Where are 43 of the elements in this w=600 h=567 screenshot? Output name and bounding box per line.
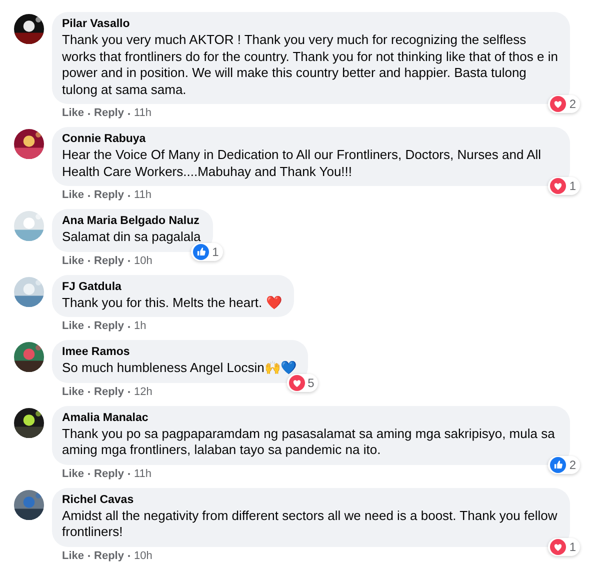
reaction-badge[interactable]: 1 — [548, 538, 580, 556]
comment-text: So much humbleness Angel Locsin🙌💙 — [62, 360, 296, 376]
author-name[interactable]: Amalia Manalac — [62, 410, 558, 426]
comment-text: Salamat din sa pagalala — [62, 229, 201, 246]
reaction-badge[interactable]: 5 — [286, 374, 318, 392]
comment-text: Thank you for this. Melts the heart. ❤ — [62, 294, 282, 311]
reaction-badge[interactable]: 2 — [548, 456, 580, 474]
author-name[interactable]: FJ Gatdula — [62, 280, 282, 294]
reaction-badge[interactable]: 1 — [191, 242, 223, 260]
author-name[interactable]: Richel Cavas — [62, 492, 558, 508]
author-name[interactable]: Connie Rabuya — [62, 132, 558, 147]
timestamp[interactable]: 11h — [134, 189, 152, 202]
like-link[interactable]: Like — [62, 254, 84, 268]
timestamp[interactable]: 11h — [134, 107, 152, 120]
comment-text: Thank you po sa pagpaparamdam ng pasasalamat sa aming mga sakripisyo, mula sa aming mga frontliners, lalaban tayo sa pandemic na ito. — [62, 426, 556, 458]
reply-link[interactable]: Reply — [94, 107, 124, 120]
reaction-badge[interactable]: 2 — [548, 95, 580, 113]
thumbs-up-icon — [550, 456, 566, 472]
reply-link[interactable]: Reply — [94, 386, 124, 398]
thumbs-up-icon — [193, 244, 210, 260]
timestamp[interactable]: 12h — [134, 386, 152, 398]
comment-text: Amidst all the negativity from different sectors all we need is a boost. Thank you fellow frontliners! — [62, 508, 558, 540]
reaction-badge[interactable]: 1 — [548, 177, 580, 195]
like-link[interactable]: Like — [62, 550, 84, 562]
author-name[interactable]: Ana Maria Belgado Naluz — [62, 214, 201, 229]
reply-link[interactable]: Reply — [94, 550, 124, 562]
timestamp[interactable]: 1h — [134, 320, 146, 333]
reply-link[interactable]: Reply — [94, 189, 124, 202]
timestamp[interactable]: 10h — [134, 254, 152, 268]
like-link[interactable]: Like — [62, 107, 84, 120]
author-name[interactable]: Imee Ramos — [62, 345, 296, 360]
author-name[interactable]: Pilar Vasallo — [62, 17, 558, 32]
like-link[interactable]: Like — [62, 320, 84, 333]
comment-text: Thank you very much AKTOR ! Thank you very much for recognizing the selfless works that frontliners do for the country. Thank you for not thinking like that of thos e in power and in position. We will make this country better and happier. Basta tulong tulong at sama sama. — [62, 32, 558, 98]
timestamp[interactable]: 10h — [134, 550, 152, 562]
comment-text: Hear the Voice Of Many in Dedication to All our Frontliners, Doctors, Nurses and All Health Care Workers....Mabuhay and Thank You!!! — [62, 147, 542, 180]
reply-link[interactable]: Reply — [94, 254, 124, 268]
timestamp[interactable]: 11h — [134, 468, 152, 480]
like-link[interactable]: Like — [62, 189, 84, 202]
like-link[interactable]: Like — [62, 468, 84, 480]
like-link[interactable]: Like — [62, 386, 84, 398]
reply-link[interactable]: Reply — [94, 320, 124, 333]
reply-link[interactable]: Reply — [94, 468, 124, 480]
